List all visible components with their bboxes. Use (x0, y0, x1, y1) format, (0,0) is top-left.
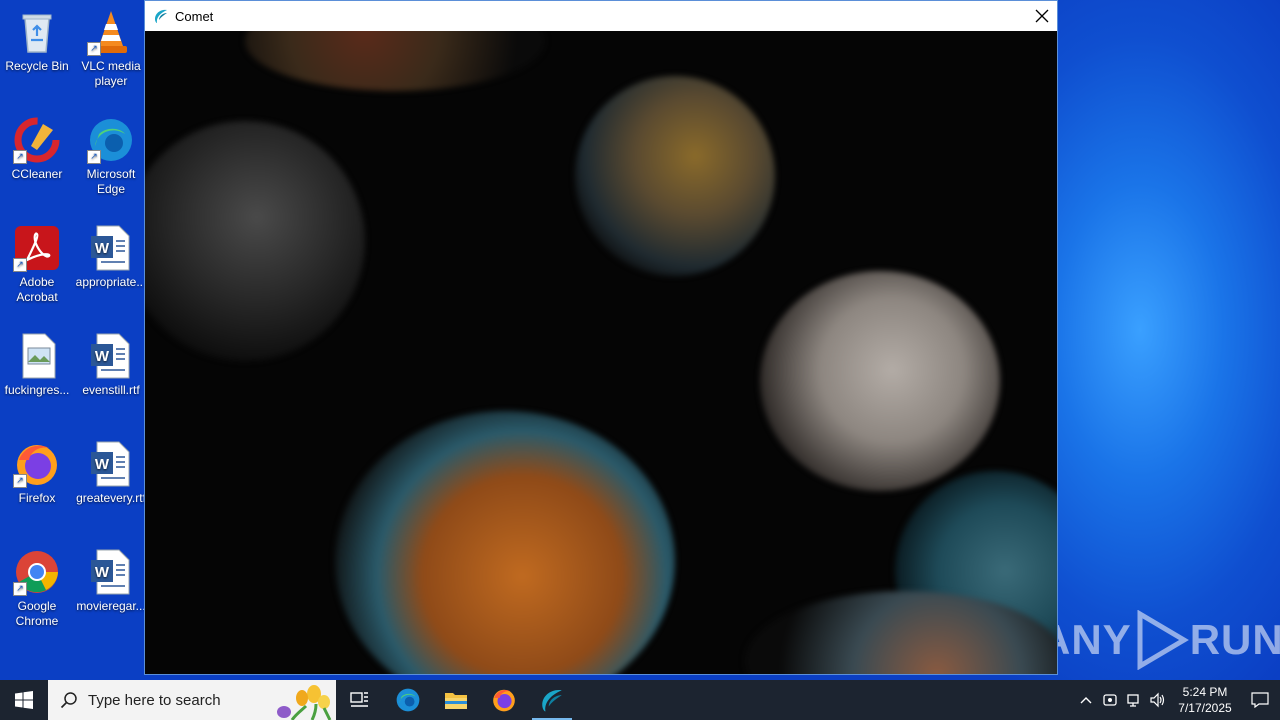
shortcut-arrow-icon: ↗ (13, 474, 27, 488)
svg-text:W: W (95, 240, 110, 257)
marble-orange-blue-top (575, 76, 775, 276)
desktop-icon-chrome[interactable]: ↗ Google Chrome (1, 548, 73, 629)
shortcut-arrow-icon: ↗ (13, 150, 27, 164)
shortcut-arrow-icon: ↗ (87, 42, 101, 56)
tray-app-icon (1103, 694, 1117, 706)
desktop-icon-label: greatevery.rtf (76, 491, 146, 505)
watermark-text-right: RUN (1189, 616, 1280, 663)
windows-logo-icon (15, 691, 33, 709)
firefox-icon: ↗ (13, 440, 61, 488)
marble-white (760, 271, 1000, 491)
taskbar: Type here to search 5:24 PM 7/17/2025 (0, 680, 1280, 720)
vlc-icon: ↗ (87, 8, 135, 56)
desktop-icon-label: Adobe Acrobat (16, 275, 58, 304)
network-button[interactable] (1122, 680, 1146, 720)
word-doc-icon: W (87, 332, 135, 380)
marble-top-red (245, 31, 545, 91)
comet-icon (155, 9, 167, 23)
word-doc-icon: W (87, 224, 135, 272)
desktop-icon-evenstill[interactable]: W evenstill.rtf (75, 332, 147, 398)
task-view-button[interactable] (336, 680, 384, 720)
desktop-icon-label: movieregar... (76, 599, 146, 613)
desktop-icon-acrobat[interactable]: ↗ Adobe Acrobat (1, 224, 73, 305)
desktop-icon-edge[interactable]: ↗ Microsoft Edge (75, 116, 147, 197)
task-view-icon (350, 692, 368, 707)
firefox-icon (493, 689, 515, 712)
clock-date: 7/17/2025 (1178, 701, 1232, 715)
ccleaner-icon: ↗ (13, 116, 61, 164)
close-icon (1035, 9, 1049, 23)
taskbar-edge-button[interactable] (384, 680, 432, 720)
desktop-icon-vlc[interactable]: ↗ VLC media player (75, 8, 147, 89)
desktop-icon-recycle-bin[interactable]: Recycle Bin (1, 8, 73, 74)
edge-icon (396, 688, 420, 712)
taskbar-file-explorer-button[interactable] (432, 680, 480, 720)
chrome-icon: ↗ (13, 548, 61, 596)
shortcut-arrow-icon: ↗ (13, 582, 27, 596)
acrobat-icon: ↗ (13, 224, 61, 272)
desktop-icon-label: Firefox (18, 491, 56, 505)
window-title: Comet (175, 8, 214, 24)
desktop-icon-image-file[interactable]: fuckingres... (1, 332, 73, 398)
window-titlebar[interactable]: Comet (145, 1, 1057, 31)
taskbar-clock[interactable]: 5:24 PM 7/17/2025 (1170, 684, 1240, 716)
system-tray: 5:24 PM 7/17/2025 (1074, 680, 1280, 720)
word-doc-icon: W (87, 440, 135, 488)
tray-app-button[interactable] (1098, 680, 1122, 720)
desktop-icon-ccleaner[interactable]: ↗ CCleaner (1, 116, 73, 182)
volume-button[interactable] (1146, 680, 1170, 720)
svg-text:W: W (95, 564, 110, 581)
clock-time: 5:24 PM (1182, 685, 1228, 699)
desktop-icon-label: CCleaner (11, 167, 63, 181)
desktop-icon-label: fuckingres... (4, 383, 70, 397)
taskbar-comet-button[interactable] (528, 680, 576, 720)
word-doc-icon: W (87, 548, 135, 596)
image-file-icon (13, 332, 61, 380)
shortcut-arrow-icon: ↗ (13, 258, 27, 272)
notification-icon (1251, 692, 1269, 708)
desktop-icon-label: evenstill.rtf (82, 383, 140, 397)
shortcut-arrow-icon: ↗ (87, 150, 101, 164)
desktop-icon-label: Google Chrome (15, 599, 59, 628)
start-button[interactable] (0, 680, 48, 720)
desktop-icon-label: Microsoft Edge (86, 167, 136, 196)
chevron-up-icon (1080, 697, 1092, 704)
marble-orange-blue-large (335, 411, 675, 674)
show-hidden-icons-button[interactable] (1074, 680, 1098, 720)
comet-content-area[interactable] (145, 31, 1057, 674)
desktop-icon-appropriate[interactable]: W appropriate... (75, 224, 147, 290)
search-placeholder: Type here to search (88, 691, 221, 709)
file-explorer-icon (445, 693, 467, 709)
desktop-icon-greatevery[interactable]: W greatevery.rtf (75, 440, 147, 506)
comet-window[interactable]: Comet (144, 0, 1058, 675)
taskbar-search-box[interactable]: Type here to search (48, 680, 336, 720)
recycle-bin-icon (13, 8, 61, 56)
desktop-icon-firefox[interactable]: ↗ Firefox (1, 440, 73, 506)
svg-text:W: W (95, 456, 110, 473)
anyrun-watermark: ANY RUN (1040, 610, 1280, 670)
search-highlight-flowers-icon (277, 685, 332, 720)
play-logo-icon (1137, 610, 1189, 670)
marble-grey (145, 121, 365, 361)
edge-icon: ↗ (87, 116, 135, 164)
desktop-icon-movieregar[interactable]: W movieregar... (75, 548, 147, 614)
close-button[interactable] (1027, 1, 1057, 31)
network-icon (1127, 694, 1139, 707)
search-icon (60, 692, 77, 709)
notifications-button[interactable] (1240, 680, 1280, 720)
desktop-icon-label: Recycle Bin (5, 59, 69, 73)
comet-icon (542, 690, 562, 712)
volume-icon (1150, 692, 1165, 708)
desktop-icon-label: appropriate... (75, 275, 147, 289)
taskbar-firefox-button[interactable] (480, 680, 528, 720)
desktop-icon-label: VLC media player (81, 59, 141, 88)
svg-text:W: W (95, 348, 110, 365)
